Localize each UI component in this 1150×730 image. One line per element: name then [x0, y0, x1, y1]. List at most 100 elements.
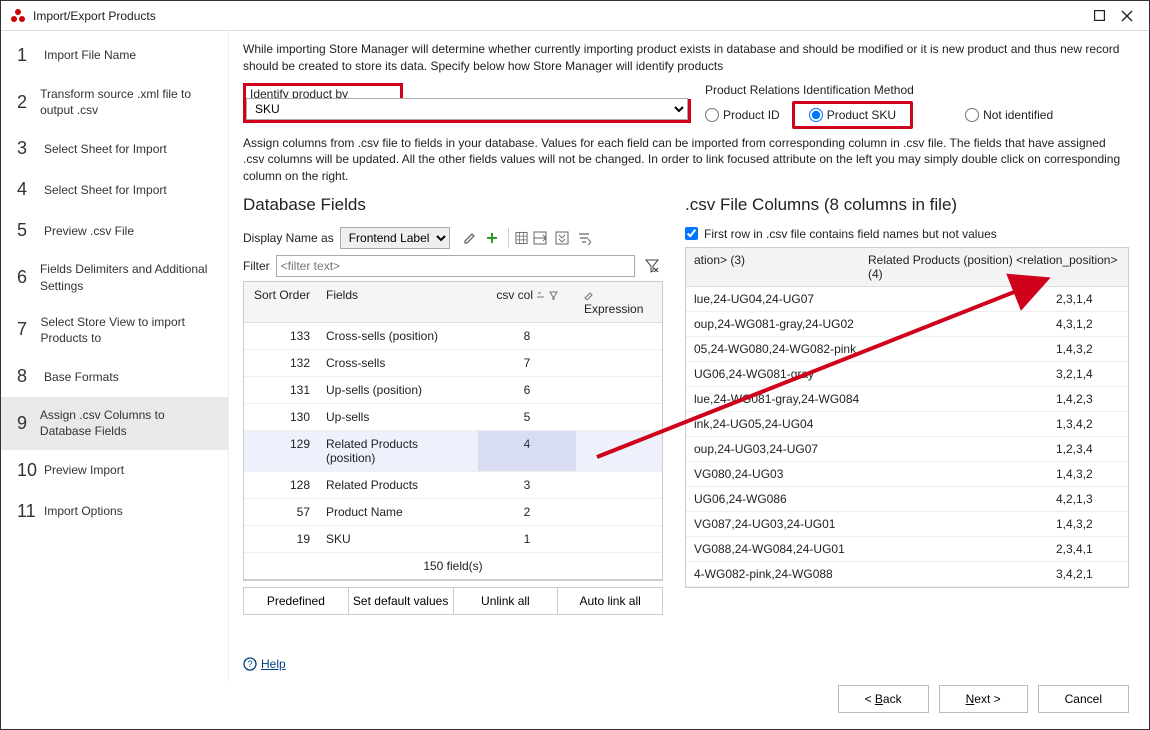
db-row[interactable]: 128Related Products3 [244, 472, 662, 499]
identify-group: Identify product by SKU [243, 83, 691, 123]
csv-row[interactable]: VG088,24-WG084,24-UG012,3,4,1 [686, 537, 1128, 562]
filter-label: Filter [243, 259, 270, 273]
wizard-step-1[interactable]: 1Import File Name [1, 35, 228, 76]
radio-product-id[interactable]: Product ID [705, 108, 780, 122]
csv-row[interactable]: UG06,24-WG0864,2,1,3 [686, 487, 1128, 512]
radio-product-sku[interactable]: Product SKU [809, 108, 896, 122]
db-table: Sort Order Fields csv col Expression 133… [243, 281, 663, 581]
wizard-step-2[interactable]: 2Transform source .xml file to output .c… [1, 76, 228, 128]
next-button[interactable]: Next > [939, 685, 1028, 713]
predefined-button[interactable]: Predefined [243, 587, 349, 615]
identify-row: Identify product by SKU Product Relation… [243, 83, 1129, 129]
add-icon[interactable] [482, 228, 502, 248]
filter-input[interactable] [276, 255, 635, 277]
relations-group: Product Relations Identification Method … [705, 83, 1129, 129]
wizard-step-7[interactable]: 7Select Store View to import Products to [1, 304, 228, 356]
svg-text:?: ? [247, 659, 252, 669]
auto-link-button[interactable]: Auto link all [557, 587, 663, 615]
step-number: 3 [17, 138, 41, 159]
col-fields-header[interactable]: Fields [318, 282, 478, 322]
csv-row[interactable]: UG06,24-WG081-gray3,2,1,4 [686, 362, 1128, 387]
step-label: Preview .csv File [41, 223, 134, 239]
display-name-label: Display Name as [243, 231, 334, 245]
step-number: 1 [17, 45, 41, 66]
help-link[interactable]: ? Help [243, 657, 286, 671]
wizard-sidebar: 1Import File Name2Transform source .xml … [1, 31, 229, 681]
relations-label: Product Relations Identification Method [705, 83, 1129, 97]
intro-text: While importing Store Manager will deter… [243, 41, 1129, 75]
db-row[interactable]: 132Cross-sells7 [244, 350, 662, 377]
filter-list-icon[interactable] [574, 228, 594, 248]
panels: Database Fields Display Name as Frontend… [243, 195, 1129, 615]
step-label: Select Sheet for Import [41, 141, 167, 157]
step-label: Transform source .xml file to output .cs… [37, 86, 218, 118]
csv-row[interactable]: oup,24-WG081-gray,24-UG024,3,1,2 [686, 312, 1128, 337]
csv-row[interactable]: oup,24-UG03,24-UG071,2,3,4 [686, 437, 1128, 462]
back-button[interactable]: < Back [838, 685, 929, 713]
step-number: 5 [17, 220, 41, 241]
csv-row[interactable]: lue,24-WG081-gray,24-WG0841,4,2,3 [686, 387, 1128, 412]
wizard-step-10[interactable]: 10Preview Import [1, 450, 228, 491]
database-fields-panel: Database Fields Display Name as Frontend… [243, 195, 663, 615]
maximize-button[interactable] [1085, 2, 1113, 30]
step-number: 4 [17, 179, 41, 200]
csv-row[interactable]: ink,24-UG05,24-UG041,3,4,2 [686, 412, 1128, 437]
wizard-step-11[interactable]: 11Import Options [1, 491, 228, 532]
col-expr-header[interactable]: Expression [576, 282, 662, 322]
wizard-step-6[interactable]: 6Fields Delimiters and Additional Settin… [1, 251, 228, 303]
display-name-select[interactable]: Frontend Label [340, 227, 450, 249]
db-row[interactable]: 129Related Products (position)4 [244, 431, 662, 472]
csv-row[interactable]: VG087,24-UG03,24-UG011,4,3,2 [686, 512, 1128, 537]
step-label: Preview Import [41, 462, 124, 478]
first-row-checkbox[interactable]: First row in .csv file contains field na… [685, 227, 1129, 241]
csv-row[interactable]: VG080,24-UG031,4,3,2 [686, 462, 1128, 487]
step-number: 8 [17, 366, 41, 387]
radio-not-identified[interactable]: Not identified [965, 108, 1053, 122]
step-number: 9 [17, 413, 37, 434]
step-label: Fields Delimiters and Additional Setting… [37, 261, 218, 293]
grid-icon-1[interactable] [508, 228, 528, 248]
csv-header: ation> (3) Related Products (position) <… [686, 248, 1128, 287]
csv-col2-header[interactable]: Related Products (position) <relation_po… [860, 248, 1128, 286]
unlink-all-button[interactable]: Unlink all [453, 587, 559, 615]
step-number: 6 [17, 267, 37, 288]
wizard-step-9[interactable]: 9Assign .csv Columns to Database Fields [1, 397, 228, 449]
step-number: 2 [17, 92, 37, 113]
db-row[interactable]: 57Product Name2 [244, 499, 662, 526]
col-sort-header[interactable]: Sort Order [244, 282, 318, 322]
wizard-step-8[interactable]: 8Base Formats [1, 356, 228, 397]
step-number: 10 [17, 460, 41, 481]
wizard-step-3[interactable]: 3Select Sheet for Import [1, 128, 228, 169]
db-row[interactable]: 133Cross-sells (position)8 [244, 323, 662, 350]
wizard-step-5[interactable]: 5Preview .csv File [1, 210, 228, 251]
wizard-step-4[interactable]: 4Select Sheet for Import [1, 169, 228, 210]
identify-select[interactable]: SKU [246, 98, 688, 120]
col-csv-header[interactable]: csv col [478, 282, 576, 322]
cancel-button[interactable]: Cancel [1038, 685, 1129, 713]
footer-buttons: < Back Next > Cancel [838, 685, 1129, 713]
step-label: Assign .csv Columns to Database Fields [37, 407, 218, 439]
window-title: Import/Export Products [33, 9, 1085, 23]
step-label: Import Options [41, 503, 123, 519]
db-row[interactable]: 130Up-sells5 [244, 404, 662, 431]
filter-clear-icon[interactable] [641, 255, 663, 277]
db-footer: 150 field(s) [244, 553, 662, 580]
db-row[interactable]: 131Up-sells (position)6 [244, 377, 662, 404]
grid-icon-3[interactable] [552, 228, 572, 248]
edit-icon[interactable] [460, 228, 480, 248]
set-default-button[interactable]: Set default values [348, 587, 454, 615]
csv-table: ation> (3) Related Products (position) <… [685, 247, 1129, 588]
db-row[interactable]: 19SKU1 [244, 526, 662, 553]
step-label: Base Formats [41, 369, 119, 385]
grid-icon-2[interactable] [530, 228, 550, 248]
csv-col1-header[interactable]: ation> (3) [686, 248, 860, 286]
csv-title: .csv File Columns (8 columns in file) [685, 195, 1129, 215]
csv-row[interactable]: lue,24-UG04,24-UG072,3,1,4 [686, 287, 1128, 312]
csv-row[interactable]: 4-WG082-pink,24-WG0883,4,2,1 [686, 562, 1128, 587]
csv-columns-panel: .csv File Columns (8 columns in file) Fi… [685, 195, 1129, 615]
assign-note: Assign columns from .csv file to fields … [243, 135, 1129, 185]
title-bar: Import/Export Products [1, 1, 1149, 31]
step-label: Import File Name [41, 47, 136, 63]
csv-row[interactable]: 05,24-WG080,24-WG082-pink1,4,3,2 [686, 337, 1128, 362]
close-button[interactable] [1113, 2, 1141, 30]
